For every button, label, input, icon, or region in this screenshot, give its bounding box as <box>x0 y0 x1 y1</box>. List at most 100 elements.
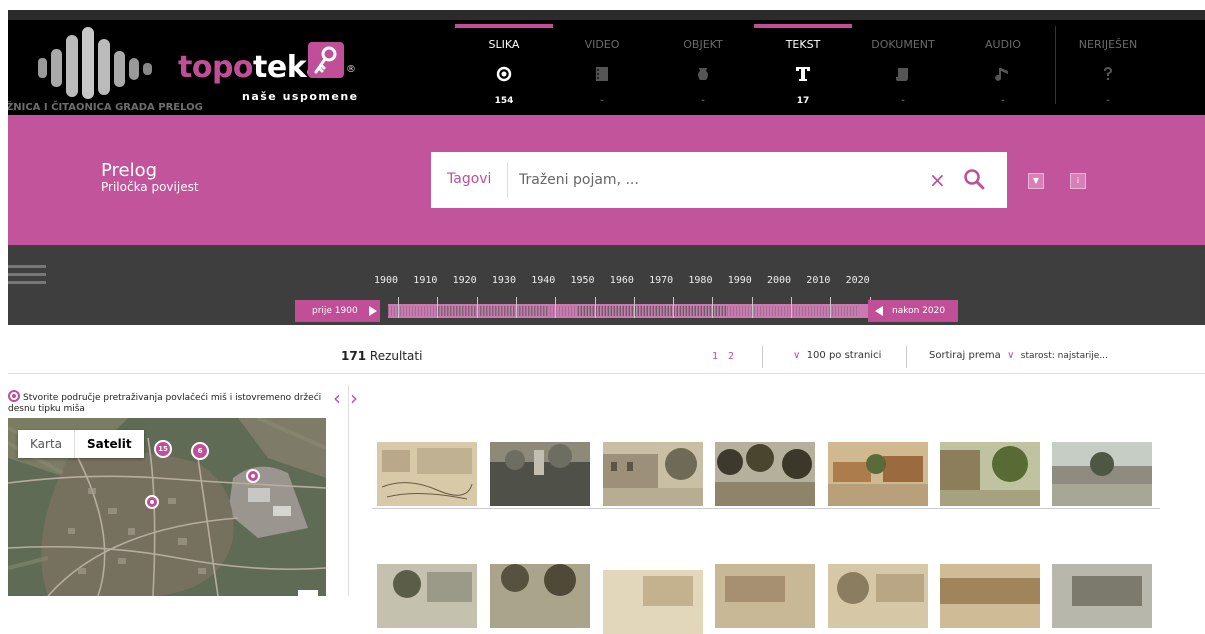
page-1-link[interactable]: 1 <box>712 351 718 362</box>
results-label: Rezultati <box>369 349 423 363</box>
result-thumbnail[interactable] <box>828 564 928 628</box>
logo-sound-wave-icon <box>38 27 152 99</box>
logo-slogan: naše uspomene <box>242 90 359 103</box>
timeline-year-label[interactable]: 1970 <box>649 275 673 286</box>
timeline-year-label[interactable]: 2010 <box>806 275 830 286</box>
result-thumbnail[interactable] <box>603 442 703 506</box>
page-2-link[interactable]: 2 <box>728 351 734 362</box>
timeline-tick <box>515 297 517 318</box>
result-thumbnail[interactable] <box>377 564 477 628</box>
tab-count: - <box>1001 96 1005 106</box>
chevron-down-icon: ∨ <box>793 350 801 361</box>
timeline-tick <box>830 297 832 318</box>
before-1900-button[interactable]: prije 1900 <box>295 300 380 322</box>
result-thumbnail[interactable] <box>940 442 1040 506</box>
map-cluster[interactable]: 15 <box>154 440 172 458</box>
search-band: Prelog Priločka povijest Tagovi × ▼ i <box>8 115 1205 245</box>
clear-search-button[interactable]: × <box>929 168 946 192</box>
before-1900-label: prije 1900 <box>312 306 358 316</box>
result-thumbnail[interactable] <box>715 564 815 628</box>
results-number: 171 <box>341 349 367 363</box>
result-thumbnail[interactable] <box>715 442 815 506</box>
site-header: topoteka ® naše uspomene ŽNICA I ČITAONI… <box>8 20 1205 115</box>
top-strip <box>0 0 1205 20</box>
map-type-switch: Karta Satelit <box>18 430 144 458</box>
tab-audio[interactable]: AUDIO - <box>954 20 1052 115</box>
after-2020-label: nakon 2020 <box>892 306 946 316</box>
timeline-tick <box>555 297 557 318</box>
result-thumbnail[interactable] <box>490 564 590 628</box>
timeline-tick <box>751 297 753 318</box>
timeline-year-label[interactable]: 1900 <box>374 275 398 286</box>
arrow-left-icon <box>875 306 883 316</box>
timeline-tick <box>437 297 439 318</box>
map-pin-icon <box>8 390 20 402</box>
timeline-year-label[interactable]: 1950 <box>571 275 595 286</box>
tab-count: - <box>1106 96 1110 106</box>
map-marker[interactable] <box>246 469 260 483</box>
satellite-map[interactable]: Karta Satelit 15 6 <box>8 418 326 596</box>
tab-video[interactable]: VIDEO - <box>553 20 651 115</box>
expand-right-icon[interactable]: › <box>350 386 358 410</box>
hamburger-menu-icon[interactable] <box>8 265 46 285</box>
timeline-year-label[interactable]: 1920 <box>453 275 477 286</box>
result-thumbnail[interactable] <box>1052 442 1152 506</box>
question-icon <box>1104 67 1112 80</box>
tab-count: - <box>600 96 604 106</box>
result-thumbnail[interactable] <box>603 570 703 634</box>
chevron-down-icon: ∨ <box>1007 350 1015 361</box>
tab-label: DOKUMENT <box>871 38 935 51</box>
library-name: ŽNICA I ČITAONICA GRADA PRELOG <box>8 102 203 113</box>
tab-dokument[interactable]: DOKUMENT - <box>854 20 952 115</box>
row-divider <box>372 508 1160 509</box>
map-type-satelit[interactable]: Satelit <box>74 430 144 458</box>
tab-label: TEKST <box>785 38 821 51</box>
logo-wordmark[interactable]: topoteka <box>178 50 326 85</box>
tab-slika[interactable]: SLIKA 154 <box>455 20 553 115</box>
timeline-year-label[interactable]: 1940 <box>531 275 555 286</box>
map-cluster[interactable]: 6 <box>191 442 209 460</box>
timeline-year-label[interactable]: 2020 <box>846 275 870 286</box>
toolbar-divider <box>762 346 763 368</box>
tab-objekt[interactable]: OBJEKT - <box>654 20 752 115</box>
result-thumbnail[interactable] <box>1052 564 1152 628</box>
timeline-year-label[interactable]: 1960 <box>610 275 634 286</box>
map-hint-text: Stvorite područje pretraživanja povlačeć… <box>8 393 322 414</box>
timeline-year-label[interactable]: 1930 <box>492 275 516 286</box>
result-thumbnail[interactable] <box>490 442 590 506</box>
search-options-button[interactable]: ▼ <box>1028 173 1044 189</box>
tags-button[interactable]: Tagovi <box>447 171 491 187</box>
result-thumbnail[interactable] <box>828 442 928 506</box>
film-icon <box>596 67 608 81</box>
music-note-icon <box>995 68 1008 81</box>
tab-nerijesen[interactable]: NERIJEŠEN - <box>1059 20 1157 115</box>
tab-count: 154 <box>494 96 514 106</box>
search-icon[interactable] <box>963 168 985 190</box>
tab-label: SLIKA <box>488 38 520 51</box>
search-box: Tagovi × <box>431 152 1007 208</box>
tab-tekst[interactable]: TEKST 17 <box>754 20 852 115</box>
timeline-bar: 1900 1910 1920 1930 1940 1950 1960 1970 1980 1990… <box>8 245 1205 325</box>
result-thumbnail[interactable] <box>377 442 477 506</box>
search-input[interactable] <box>519 167 899 193</box>
map-marker[interactable] <box>145 495 159 509</box>
timeline-year-label[interactable]: 1910 <box>413 275 437 286</box>
per-page-value: 100 po stranici <box>806 350 882 361</box>
timeline-year-label[interactable]: 1980 <box>688 275 712 286</box>
text-t-icon <box>796 67 810 81</box>
collapse-left-icon[interactable]: ‹ <box>333 386 341 410</box>
tab-separator <box>1055 26 1056 104</box>
arrow-right-icon <box>369 306 377 316</box>
timeline-slider[interactable] <box>388 297 878 318</box>
map-type-karta[interactable]: Karta <box>18 430 74 458</box>
map-fullscreen-button[interactable] <box>298 590 318 596</box>
search-info-button[interactable]: i <box>1070 173 1086 189</box>
after-2020-button[interactable]: nakon 2020 <box>868 300 958 322</box>
sort-select[interactable]: Sortiraj prema ∨ starost: najstarije... <box>929 350 1108 361</box>
timeline-year-label[interactable]: 2000 <box>767 275 791 286</box>
timeline-year-label[interactable]: 1990 <box>728 275 752 286</box>
per-page-select[interactable]: ∨ 100 po stranici <box>793 350 881 361</box>
result-thumbnail[interactable] <box>940 564 1040 628</box>
tab-label: AUDIO <box>985 38 1021 51</box>
timeline-tick <box>712 297 714 318</box>
